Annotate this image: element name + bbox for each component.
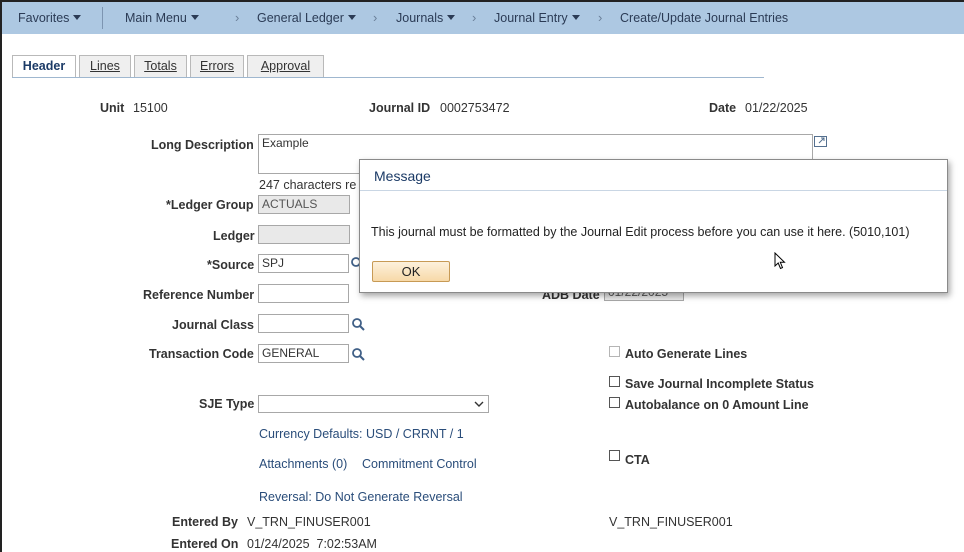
tab-header[interactable]: Header: [12, 55, 76, 78]
breadcrumb-journals[interactable]: Journals: [396, 11, 456, 25]
reference-number-input[interactable]: [258, 284, 349, 303]
breadcrumb-journal-entry[interactable]: Journal Entry: [494, 11, 580, 25]
characters-remaining: 247 characters re: [259, 178, 357, 192]
reference-number-label: Reference Number: [143, 288, 255, 302]
journal-class-label: Journal Class: [172, 318, 254, 332]
entered-on-value: 01/24/2025 7:02:53AM: [247, 537, 377, 551]
tab-totals[interactable]: Totals: [134, 55, 187, 78]
dialog-divider: [360, 190, 947, 191]
journal-class-input[interactable]: [258, 314, 349, 333]
breadcrumb-separator-icon: ›: [235, 10, 240, 25]
sje-type-label: SJE Type: [199, 397, 255, 411]
auto-generate-lines-checkbox[interactable]: [609, 346, 620, 357]
mouse-pointer-icon: [774, 252, 786, 270]
main-menu[interactable]: Main Menu: [125, 11, 199, 25]
chevron-down-icon: [347, 15, 356, 20]
entered-on-label: Entered On: [171, 537, 239, 551]
dialog-message: This journal must be formatted by the Jo…: [371, 225, 910, 239]
reversal-link[interactable]: Reversal: Do Not Generate Reversal: [259, 490, 463, 504]
entered-by-value: V_TRN_FINUSER001: [247, 515, 371, 529]
currency-defaults-link[interactable]: Currency Defaults: USD / CRRNT / 1: [259, 427, 464, 441]
autobalance-checkbox[interactable]: [609, 397, 620, 408]
breadcrumb-label: Journal Entry: [494, 11, 568, 25]
tab-approval[interactable]: Approval: [247, 55, 324, 78]
autobalance-label: Autobalance on 0 Amount Line: [625, 398, 809, 412]
favorites-label: Favorites: [18, 11, 70, 25]
save-incomplete-checkbox[interactable]: [609, 376, 620, 387]
breadcrumb-general-ledger[interactable]: General Ledger: [257, 11, 356, 25]
sje-type-select[interactable]: [258, 395, 489, 413]
transaction-code-input[interactable]: GENERAL: [258, 344, 349, 363]
ledger-label: Ledger: [213, 229, 255, 243]
source-label: *Source: [207, 258, 255, 272]
date-label: Date: [709, 101, 737, 115]
entered-by-label: Entered By: [172, 515, 238, 529]
date-value: 01/22/2025: [745, 101, 808, 115]
save-incomplete-label: Save Journal Incomplete Status: [625, 377, 814, 391]
breadcrumb-separator-icon: ›: [598, 10, 603, 25]
chevron-down-icon: [190, 15, 199, 20]
auto-generate-lines-label: Auto Generate Lines: [625, 347, 748, 361]
source-input[interactable]: SPJ: [258, 254, 349, 273]
chevron-down-icon: [474, 401, 484, 407]
ok-button[interactable]: OK: [372, 261, 450, 282]
dialog-title: Message: [374, 168, 431, 184]
ledger-field: [258, 225, 350, 244]
ledger-group-label: *Ledger Group: [166, 198, 254, 212]
chevron-down-icon: [73, 15, 82, 20]
tab-underline: [12, 77, 764, 78]
search-icon[interactable]: [351, 317, 366, 332]
transaction-code-label: Transaction Code: [149, 347, 254, 361]
message-dialog: Message This journal must be formatted b…: [359, 159, 948, 293]
expand-text-icon[interactable]: [813, 134, 828, 149]
favorites-menu[interactable]: Favorites: [18, 11, 82, 25]
journal-id-label: Journal ID: [369, 101, 431, 115]
attachments-link[interactable]: Attachments (0): [259, 457, 347, 471]
commitment-control-link[interactable]: Commitment Control: [362, 457, 477, 471]
nav-divider: [102, 7, 103, 29]
breadcrumb-label: General Ledger: [257, 11, 344, 25]
breadcrumb-separator-icon: ›: [472, 10, 477, 25]
breadcrumb-create-update[interactable]: Create/Update Journal Entries: [620, 11, 788, 25]
main-menu-label: Main Menu: [125, 11, 187, 25]
breadcrumb-label: Journals: [396, 11, 444, 25]
chevron-down-icon: [571, 15, 580, 20]
search-icon[interactable]: [351, 347, 366, 362]
unit-value: 15100: [133, 101, 168, 115]
long-description-label: Long Description: [151, 138, 254, 152]
cta-checkbox[interactable]: [609, 450, 620, 461]
journal-id-value: 0002753472: [440, 101, 510, 115]
unit-label: Unit: [100, 101, 125, 115]
ledger-group-field: ACTUALS: [258, 195, 350, 214]
tab-lines[interactable]: Lines: [79, 55, 131, 78]
chevron-down-icon: [447, 15, 456, 20]
cta-label: CTA: [625, 453, 650, 467]
breadcrumb-separator-icon: ›: [373, 10, 378, 25]
top-navigation-bar: Favorites Main Menu › General Ledger › J…: [2, 2, 964, 34]
last-updated-by-value: V_TRN_FINUSER001: [609, 515, 733, 529]
tab-errors[interactable]: Errors: [190, 55, 244, 78]
